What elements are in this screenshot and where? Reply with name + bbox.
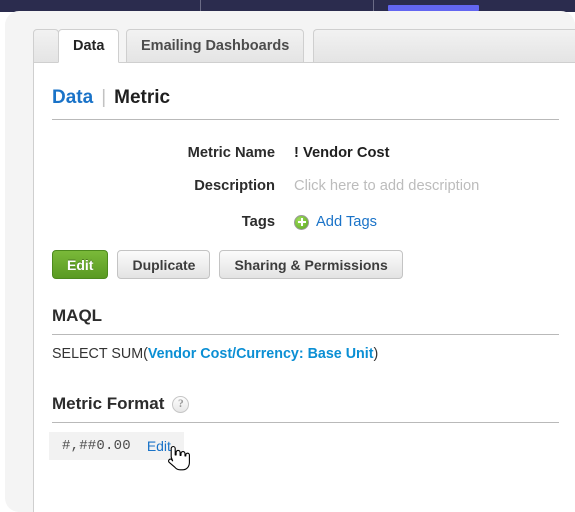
tab-data-label: Data [73,38,105,54]
breadcrumb-link-data[interactable]: Data [52,87,93,109]
description-input[interactable]: Click here to add description [294,178,479,194]
tab-strip: Data Emailing Dashboards [33,29,575,63]
duplicate-button[interactable]: Duplicate [117,250,211,279]
metric-format-value: #,##0.00 [62,438,131,454]
tab-data[interactable]: Data [58,29,120,63]
maql-heading: MAQL [52,306,103,325]
edit-button[interactable]: Edit [52,250,109,279]
tab-emailing-dashboards[interactable]: Emailing Dashboards [126,29,305,63]
add-tags-label: Add Tags [316,214,377,230]
field-metric-name: Metric Name ! Vendor Cost [52,139,559,167]
metric-detail-card: Data | Metric Metric Name ! Vendor Cost … [33,62,575,512]
metric-format-divider [52,422,559,423]
metric-format-heading: Metric Format [52,394,165,413]
maql-divider [52,334,559,335]
metric-name-value[interactable]: ! Vendor Cost [294,145,389,161]
field-tags: Tags Add Tags [52,208,559,236]
breadcrumb-separator: | [101,87,107,108]
tab-strip-left-stub [33,29,59,63]
sharing-permissions-button[interactable]: Sharing & Permissions [219,250,403,279]
breadcrumb: Data | Metric [52,87,170,109]
plus-circle-icon [294,214,309,230]
action-button-row: Edit Duplicate Sharing & Permissions [52,250,403,279]
field-description: Description Click here to add descriptio… [52,172,559,200]
maql-section-title: MAQL [52,306,102,326]
tab-strip-filler [313,29,575,63]
tags-label: Tags [241,214,275,230]
app-screen: Data Emailing Dashboards Data | Metric M… [0,0,575,512]
maql-prefix: SELECT SUM( [52,346,148,362]
add-tags-control[interactable]: Add Tags [294,214,377,230]
metric-format-section-title: Metric Format ? [52,394,190,414]
metric-format-edit-link[interactable]: Edit [147,438,171,454]
breadcrumb-current-metric: Metric [114,87,171,108]
breadcrumb-divider [52,119,559,120]
metric-format-value-box: #,##0.00 Edit [49,432,184,460]
maql-suffix: ) [373,346,379,362]
description-label: Description [194,178,275,194]
tab-emailing-dashboards-label: Emailing Dashboards [141,38,290,54]
metric-name-label: Metric Name [187,145,275,161]
maql-expression: SELECT SUM(Vendor Cost/Currency: Base Un… [52,346,378,362]
help-icon[interactable]: ? [172,395,190,413]
maql-ref-currency-base-unit[interactable]: Currency: Base Unit [236,346,373,362]
maql-ref-vendor-cost[interactable]: Vendor Cost [148,346,232,362]
